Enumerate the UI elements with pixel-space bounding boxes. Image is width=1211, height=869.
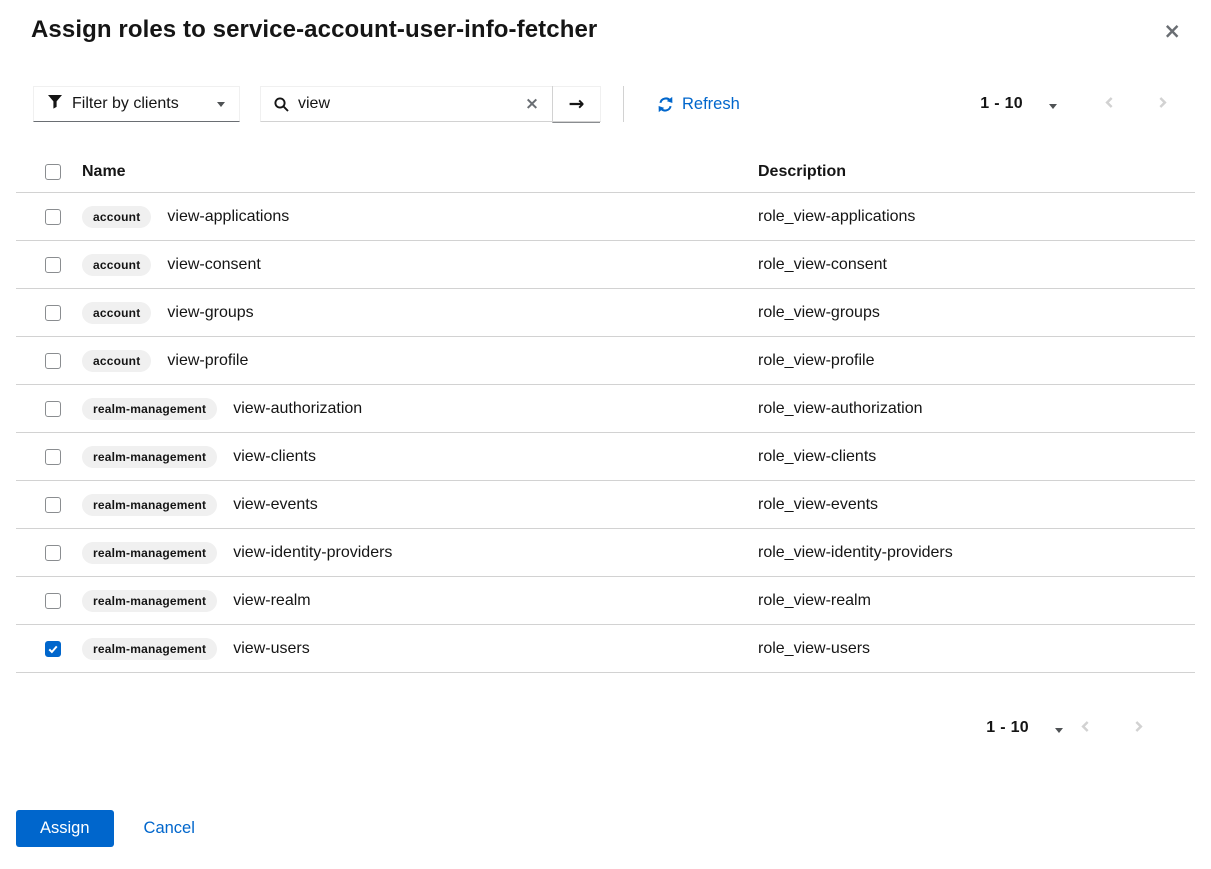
check-icon (47, 643, 59, 655)
pagination-menu-toggle[interactable] (1045, 715, 1073, 742)
role-description: role_view-consent (758, 256, 1195, 274)
row-checkbox[interactable] (45, 545, 61, 561)
roles-table: Name Description account view-applicatio… (16, 151, 1195, 673)
role-description: role_view-applications (758, 208, 1195, 226)
search-input[interactable] (298, 87, 512, 121)
client-badge: realm-management (82, 398, 217, 420)
modal-footer: Assign Cancel (16, 810, 1195, 847)
client-badge: account (82, 302, 151, 324)
pagination-menu-toggle[interactable] (1039, 91, 1067, 118)
chevron-down-icon (1055, 728, 1063, 733)
client-badge: realm-management (82, 638, 217, 660)
table-row: realm-management view-clients role_view-… (16, 433, 1195, 481)
role-name: view-identity-providers (233, 544, 392, 562)
pagination-prev-button[interactable] (1073, 714, 1098, 742)
pagination-top: 1 - 10 (980, 90, 1175, 118)
pagination-prev-button[interactable] (1097, 90, 1122, 118)
chevron-left-icon (1103, 96, 1116, 112)
client-badge: account (82, 254, 151, 276)
role-name: view-groups (167, 304, 253, 322)
role-name: view-events (233, 496, 317, 514)
row-checkbox[interactable] (45, 401, 61, 417)
table-row: account view-applications role_view-appl… (16, 193, 1195, 241)
bottom-pagination-bar: 1 - 10 (16, 708, 1195, 748)
filter-label: Filter by clients (72, 95, 207, 113)
pagination-range: 1 - 10 (986, 719, 1029, 737)
chevron-down-icon (217, 102, 225, 107)
pagination-next-button[interactable] (1126, 714, 1151, 742)
client-badge: account (82, 350, 151, 372)
select-all-checkbox[interactable] (45, 164, 61, 180)
clear-search-icon[interactable]: × (512, 87, 552, 121)
chevron-right-icon (1156, 96, 1169, 112)
chevron-down-icon (1049, 104, 1057, 109)
role-name: view-profile (167, 352, 248, 370)
assign-roles-modal: Assign roles to service-account-user-inf… (0, 0, 1211, 847)
role-name: view-realm (233, 592, 310, 610)
filter-by-clients-dropdown[interactable]: Filter by clients (33, 86, 240, 122)
modal-header: Assign roles to service-account-user-inf… (16, 15, 1195, 48)
chevron-right-icon (1132, 720, 1145, 736)
table-row: realm-management view-events role_view-e… (16, 481, 1195, 529)
table-header: Name Description (16, 151, 1195, 193)
toolbar: Filter by clients × → Refresh (33, 86, 1191, 122)
row-checkbox[interactable] (45, 593, 61, 609)
row-checkbox[interactable] (45, 353, 61, 369)
close-icon[interactable]: × (1151, 15, 1193, 48)
assign-button[interactable]: Assign (16, 810, 114, 847)
row-checkbox[interactable] (45, 449, 61, 465)
row-checkbox[interactable] (45, 257, 61, 273)
client-badge: realm-management (82, 590, 217, 612)
role-name: view-authorization (233, 400, 362, 418)
pagination-range: 1 - 10 (980, 95, 1023, 113)
search-icon (274, 97, 289, 112)
table-row: realm-management view-authorization role… (16, 385, 1195, 433)
search-submit-button[interactable]: → (552, 86, 600, 123)
role-description: role_view-realm (758, 592, 1195, 610)
cancel-button[interactable]: Cancel (144, 819, 195, 838)
role-name: view-clients (233, 448, 316, 466)
table-row: account view-consent role_view-consent (16, 241, 1195, 289)
role-description: role_view-groups (758, 304, 1195, 322)
role-description: role_view-identity-providers (758, 544, 1195, 562)
role-description: role_view-events (758, 496, 1195, 514)
table-row: account view-groups role_view-groups (16, 289, 1195, 337)
role-name: view-users (233, 640, 309, 658)
row-checkbox[interactable] (45, 305, 61, 321)
row-checkbox[interactable] (45, 497, 61, 513)
search-bar: × → (260, 86, 601, 122)
role-description: role_view-users (758, 640, 1195, 658)
refresh-button[interactable]: Refresh (657, 95, 740, 114)
table-row: realm-management view-realm role_view-re… (16, 577, 1195, 625)
toolbar-divider (623, 86, 624, 122)
refresh-label: Refresh (682, 95, 740, 114)
role-name: view-applications (167, 208, 289, 226)
role-description: role_view-clients (758, 448, 1195, 466)
table-row: realm-management view-users role_view-us… (16, 625, 1195, 673)
client-badge: realm-management (82, 542, 217, 564)
pagination-next-button[interactable] (1150, 90, 1175, 118)
client-badge: realm-management (82, 446, 217, 468)
table-row: account view-profile role_view-profile (16, 337, 1195, 385)
filter-icon (48, 95, 62, 114)
role-description: role_view-profile (758, 352, 1195, 370)
client-badge: account (82, 206, 151, 228)
refresh-icon (657, 96, 674, 113)
pagination-bottom: 1 - 10 (986, 714, 1151, 742)
chevron-left-icon (1079, 720, 1092, 736)
table-body: account view-applications role_view-appl… (16, 193, 1195, 673)
row-checkbox[interactable] (45, 209, 61, 225)
row-checkbox[interactable] (45, 641, 61, 657)
role-description: role_view-authorization (758, 400, 1195, 418)
client-badge: realm-management (82, 494, 217, 516)
page-title: Assign roles to service-account-user-inf… (31, 15, 597, 45)
table-row: realm-management view-identity-providers… (16, 529, 1195, 577)
column-header-name: Name (82, 163, 758, 181)
column-header-description: Description (758, 163, 1195, 181)
role-name: view-consent (167, 256, 260, 274)
